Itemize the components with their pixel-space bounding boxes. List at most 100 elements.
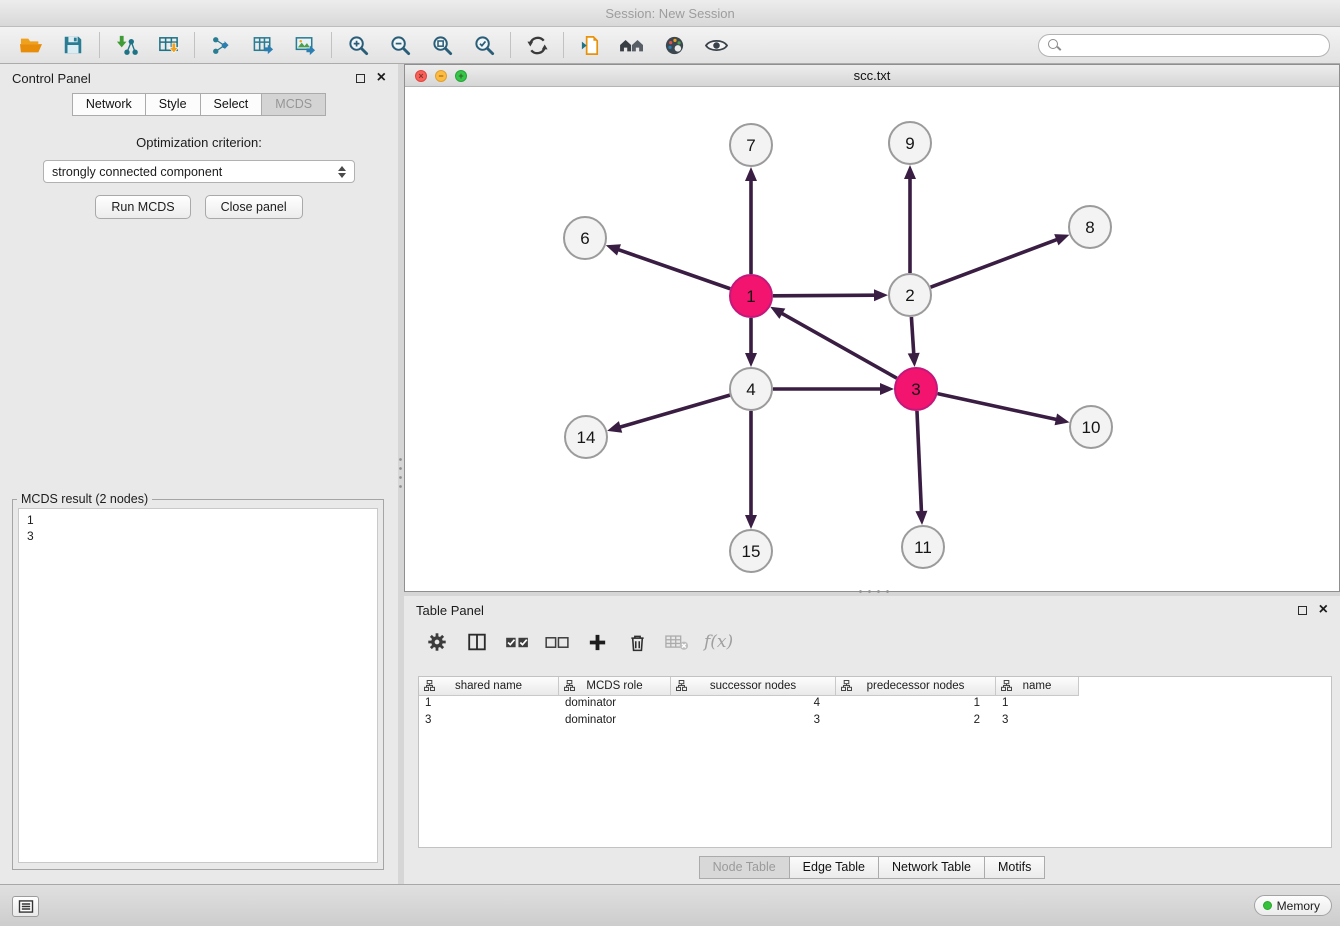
cell[interactable]: 2: [836, 713, 996, 730]
edge-2-3[interactable]: [911, 317, 913, 355]
zoom-window-icon[interactable]: +: [455, 70, 467, 82]
memory-button[interactable]: Memory: [1254, 895, 1332, 916]
edge-4-14[interactable]: [619, 395, 730, 427]
vertical-splitter[interactable]: [397, 455, 404, 491]
network-window-titlebar: × − + scc.txt: [405, 65, 1339, 87]
close-panel-icon[interactable]: ×: [377, 70, 386, 86]
edge-arrowhead: [745, 515, 757, 529]
create-column-button[interactable]: [584, 628, 610, 656]
edge-3-11[interactable]: [917, 411, 922, 513]
mcds-result-title: MCDS result (2 nodes): [17, 492, 152, 506]
tab-network-table[interactable]: Network Table: [878, 856, 984, 879]
table-row[interactable]: 1dominator411: [419, 696, 1331, 713]
table-panel: Table Panel ×: [404, 596, 1340, 884]
tab-network[interactable]: Network: [72, 93, 145, 116]
edge-1-6[interactable]: [617, 249, 730, 289]
horizontal-splitter[interactable]: [856, 588, 890, 595]
mcds-result-list[interactable]: 13: [18, 508, 378, 863]
float-panel-icon[interactable]: [1298, 606, 1307, 615]
optimization-criterion-select[interactable]: strongly connected component: [43, 160, 355, 183]
zoom-fit-button[interactable]: [421, 30, 463, 60]
import-network-button[interactable]: [105, 30, 147, 60]
import-table-icon: [157, 34, 180, 57]
open-session-button[interactable]: [10, 30, 52, 60]
cell[interactable]: 1: [996, 696, 1079, 713]
network-graph[interactable]: 7968124314101511: [405, 87, 1339, 591]
search-box: [1038, 34, 1330, 57]
zoom-selected-button[interactable]: [463, 30, 505, 60]
tab-style[interactable]: Style: [145, 93, 200, 116]
close-panel-button[interactable]: Close panel: [205, 195, 303, 219]
edge-arrowhead: [1055, 413, 1070, 425]
search-input[interactable]: [1067, 38, 1320, 52]
column-header-label: shared name: [455, 680, 522, 692]
column-header-predecessor-nodes[interactable]: predecessor nodes: [836, 677, 996, 696]
edge-3-10[interactable]: [937, 394, 1057, 420]
column-header-shared-name[interactable]: shared name: [419, 677, 559, 696]
tab-mcds[interactable]: MCDS: [261, 93, 326, 116]
show-columns-button[interactable]: [464, 628, 490, 656]
cell[interactable]: 1: [836, 696, 996, 713]
tab-select[interactable]: Select: [200, 93, 262, 116]
cell[interactable]: dominator: [559, 696, 671, 713]
close-panel-icon[interactable]: ×: [1319, 602, 1328, 618]
mcds-result-item[interactable]: 3: [27, 528, 369, 544]
node-label: 8: [1085, 218, 1094, 237]
palette-icon: [663, 34, 686, 57]
edge-3-1[interactable]: [781, 313, 897, 379]
application-window: Session: New Session: [0, 0, 1340, 926]
float-panel-icon[interactable]: [356, 74, 365, 83]
network-home-button[interactable]: [611, 30, 653, 60]
zoom-out-button[interactable]: [379, 30, 421, 60]
select-all-rows-button[interactable]: [504, 628, 530, 656]
cell[interactable]: 1: [419, 696, 559, 713]
combo-arrows-icon: [338, 166, 346, 178]
cell[interactable]: 3: [419, 713, 559, 730]
column-header-mcds-role[interactable]: MCDS role: [559, 677, 671, 696]
clone-network-button[interactable]: [569, 30, 611, 60]
edge-1-2[interactable]: [773, 295, 876, 296]
optimization-criterion-label: Optimization criterion:: [0, 135, 398, 150]
refresh-network-button[interactable]: [516, 30, 558, 60]
close-window-icon[interactable]: ×: [415, 70, 427, 82]
save-session-button[interactable]: [52, 30, 94, 60]
run-mcds-button[interactable]: Run MCDS: [95, 195, 190, 219]
node-label: 2: [905, 286, 914, 305]
tab-motifs[interactable]: Motifs: [984, 856, 1045, 879]
delete-column-button[interactable]: [624, 628, 650, 656]
edge-2-8[interactable]: [931, 239, 1059, 287]
toolbar-separator: [194, 32, 195, 58]
save-icon: [62, 34, 84, 56]
style-brush-button[interactable]: [653, 30, 695, 60]
import-table-button[interactable]: [147, 30, 189, 60]
export-table-button[interactable]: [242, 30, 284, 60]
mcds-result-box: MCDS result (2 nodes) 13: [12, 492, 384, 870]
table-row[interactable]: 3dominator323: [419, 713, 1331, 730]
deselect-all-rows-button[interactable]: [544, 628, 570, 656]
column-header-label: predecessor nodes: [867, 680, 965, 692]
cell[interactable]: 3: [671, 713, 836, 730]
export-image-button[interactable]: [284, 30, 326, 60]
export-network-button[interactable]: [200, 30, 242, 60]
import-network-icon: [115, 34, 138, 57]
checked-boxes-icon: [505, 634, 530, 651]
column-type-icon: [676, 680, 687, 694]
column-header-name[interactable]: name: [996, 677, 1079, 696]
table-body: 1dominator4113dominator323: [419, 696, 1331, 729]
column-header-successor-nodes[interactable]: successor nodes: [671, 677, 836, 696]
table-settings-button[interactable]: [424, 628, 450, 656]
panel-toggle-button[interactable]: [12, 896, 39, 917]
delete-table-button[interactable]: [664, 628, 690, 656]
minimize-window-icon[interactable]: −: [435, 70, 447, 82]
tab-node-table[interactable]: Node Table: [699, 856, 789, 879]
mcds-result-item[interactable]: 1: [27, 512, 369, 528]
function-builder-button[interactable]: f(x): [704, 628, 733, 656]
fx-icon: f(x): [704, 632, 733, 652]
cell[interactable]: 4: [671, 696, 836, 713]
zoom-in-button[interactable]: [337, 30, 379, 60]
cell[interactable]: dominator: [559, 713, 671, 730]
edge-arrowhead: [904, 165, 916, 179]
cell[interactable]: 3: [996, 713, 1079, 730]
tab-edge-table[interactable]: Edge Table: [789, 856, 878, 879]
eye-button[interactable]: [695, 30, 737, 60]
